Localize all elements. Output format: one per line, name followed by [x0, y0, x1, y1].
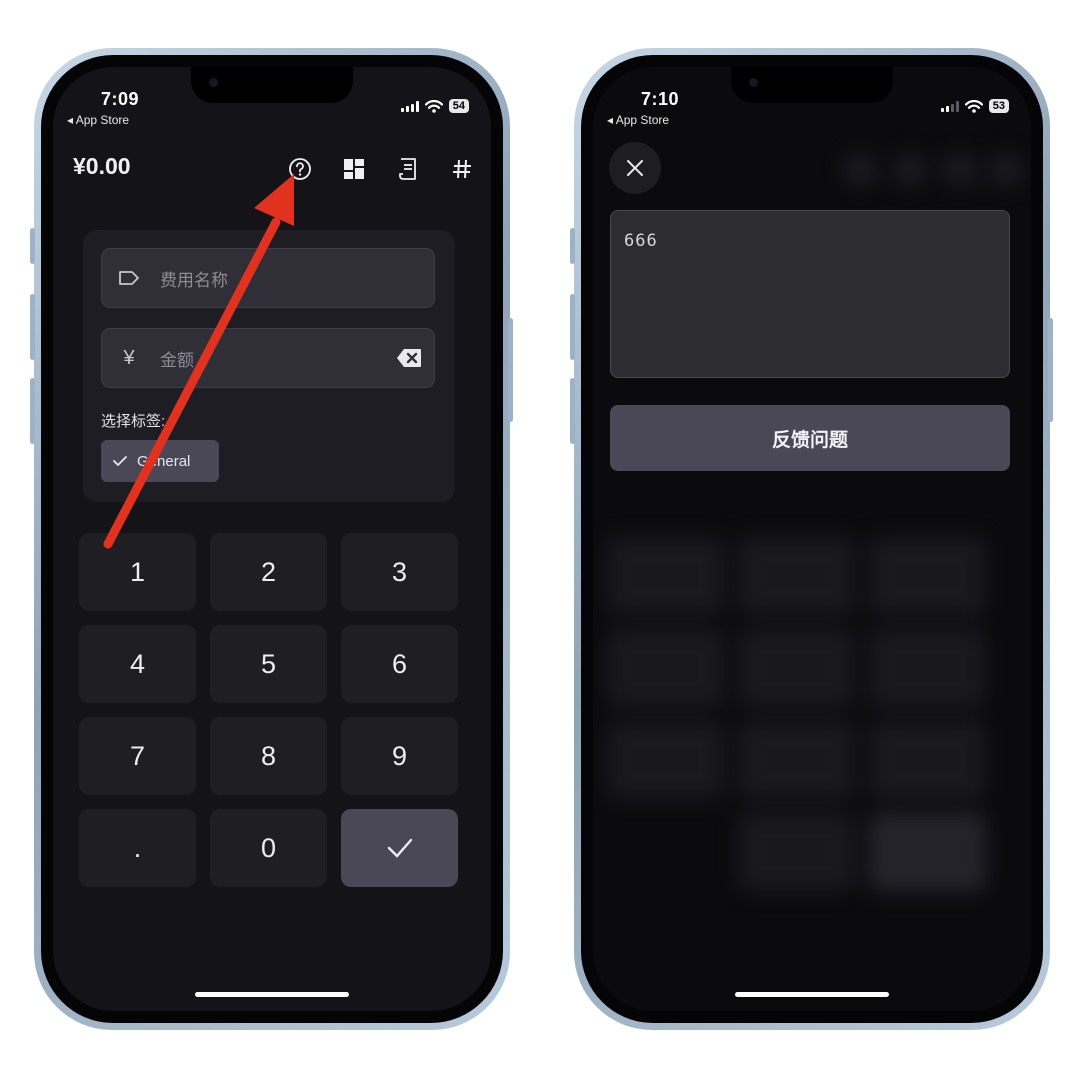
key-2[interactable]: 2	[210, 533, 327, 611]
confirm-button[interactable]	[341, 809, 458, 887]
backspace-icon[interactable]	[396, 348, 422, 373]
back-to-app-store[interactable]: ◂ App Store	[607, 113, 669, 127]
number-keypad: 1 2 3 4 5 6 7 8 9 . 0	[79, 533, 459, 887]
key-3[interactable]: 3	[341, 533, 458, 611]
yen-icon: ¥	[123, 346, 135, 369]
hash-icon[interactable]	[445, 153, 479, 185]
key-8[interactable]: 8	[210, 717, 327, 795]
battery-level: 53	[988, 99, 1009, 113]
wifi-icon	[424, 99, 443, 113]
close-button[interactable]	[609, 142, 661, 194]
key-0[interactable]: 0	[210, 809, 327, 887]
feedback-textarea[interactable]: 666	[610, 210, 1010, 378]
amount-field[interactable]: ¥ 金额	[101, 328, 435, 388]
left-phone: 7:09 ◂ App Store 54 ¥0.00 费用名称 ¥ 金额 选择标签…	[34, 48, 510, 1030]
expense-entry-screen: 7:09 ◂ App Store 54 ¥0.00 费用名称 ¥ 金额 选择标签…	[53, 67, 491, 1011]
key-decimal[interactable]: .	[79, 809, 196, 887]
status-time: 7:09	[101, 89, 140, 109]
top-toolbar	[283, 153, 479, 185]
expense-name-field[interactable]: 费用名称	[101, 248, 435, 308]
signal-icon	[940, 100, 959, 112]
status-indicators: 54	[400, 99, 469, 113]
blurred-background	[593, 67, 1031, 1011]
tags-label: 选择标签:	[101, 413, 166, 430]
signal-icon	[400, 100, 419, 112]
home-indicator	[195, 992, 349, 997]
submit-feedback-button[interactable]: 反馈问题	[610, 405, 1010, 471]
notch	[191, 67, 353, 103]
right-phone: 7:10 ◂ App Store 53 666 反馈问题	[574, 48, 1050, 1030]
key-9[interactable]: 9	[341, 717, 458, 795]
tag-chip-general[interactable]: General	[101, 440, 219, 482]
total-amount: ¥0.00	[73, 153, 131, 179]
check-icon	[113, 456, 127, 467]
key-5[interactable]: 5	[210, 625, 327, 703]
expense-form: 费用名称 ¥ 金额 选择标签: General	[83, 230, 455, 502]
help-icon[interactable]	[283, 153, 317, 185]
battery-level: 54	[448, 99, 469, 113]
expense-name-placeholder: 费用名称	[160, 270, 228, 290]
key-6[interactable]: 6	[341, 625, 458, 703]
status-time: 7:10	[641, 89, 680, 109]
key-7[interactable]: 7	[79, 717, 196, 795]
key-1[interactable]: 1	[79, 533, 196, 611]
home-indicator	[735, 992, 889, 997]
tag-icon	[116, 270, 142, 286]
tag-chip-label: General	[137, 452, 191, 470]
dashboard-icon[interactable]	[337, 153, 371, 185]
back-to-app-store[interactable]: ◂ App Store	[67, 113, 129, 127]
receipt-icon[interactable]	[391, 153, 425, 185]
checkmark-icon	[387, 838, 412, 858]
amount-placeholder: 金额	[160, 350, 194, 370]
notch	[731, 67, 893, 103]
wifi-icon	[964, 99, 983, 113]
feedback-screen: 7:10 ◂ App Store 53 666 反馈问题	[593, 67, 1031, 1011]
key-4[interactable]: 4	[79, 625, 196, 703]
status-indicators: 53	[940, 99, 1009, 113]
close-icon	[627, 160, 643, 176]
